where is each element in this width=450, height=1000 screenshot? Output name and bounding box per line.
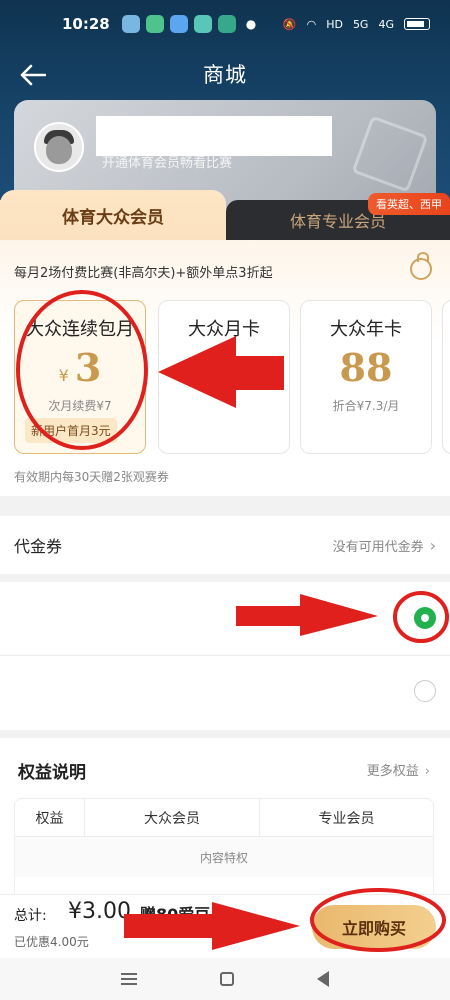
- plan-card-partial[interactable]: [442, 300, 450, 454]
- price-value: 3: [74, 345, 102, 390]
- benefits-title: 权益说明: [18, 763, 86, 783]
- voucher-value: 没有可用代金券: [332, 539, 424, 555]
- total-label: 总计:: [14, 908, 47, 924]
- redacted-username: [96, 116, 332, 156]
- promo-text: 每月2场付费比赛(非高尔夫)+额外单点3折起: [14, 266, 273, 281]
- more-benefits-link[interactable]: 更多权益 ›: [367, 760, 430, 779]
- plan-renewal-text: 次月续费¥7: [48, 399, 112, 413]
- plans-note: 有效期内每30天赠2张观赛券: [14, 470, 169, 484]
- status-app-icons: [121, 15, 236, 33]
- status-dot-icon: ●: [245, 17, 257, 31]
- voucher-row[interactable]: 代金券 没有可用代金券 ›: [0, 516, 450, 574]
- page-title: 商城: [203, 63, 247, 87]
- app-notification-icon: [169, 15, 188, 33]
- plans-panel: 每月2场付费比赛(非高尔夫)+额外单点3折起 大众连续包月 ¥3 次月续费¥7 …: [0, 240, 450, 496]
- buy-now-button[interactable]: 立即购买: [312, 905, 436, 949]
- plan-price: ¥3: [15, 345, 145, 390]
- plan-price: 88: [301, 345, 431, 390]
- network-4g-label: 4G: [378, 17, 394, 31]
- total-amount: ¥3.00: [68, 899, 131, 924]
- table-section-label: 内容特权: [15, 837, 433, 877]
- price-value-partially-hidden: ●: [207, 345, 241, 390]
- app-notification-icon: [217, 15, 236, 33]
- payment-option[interactable]: [0, 582, 450, 656]
- membership-tabs: 体育大众会员 体育专业会员 看英超、西甲: [0, 190, 450, 240]
- mute-icon: 🔕: [282, 17, 297, 31]
- home-icon[interactable]: [219, 972, 234, 986]
- plan-name: 大众月卡: [188, 319, 260, 340]
- avatar: [34, 122, 84, 172]
- gift-icon[interactable]: [410, 252, 432, 280]
- plan-price: ●: [159, 345, 289, 390]
- system-nav-bar: [0, 958, 450, 1000]
- plan-card-monthly-auto[interactable]: 大众连续包月 ¥3 次月续费¥7 新用户首月3元: [14, 300, 146, 454]
- radio-unselected-icon[interactable]: [414, 680, 436, 702]
- tab-pro-member[interactable]: 体育专业会员 看英超、西甲: [226, 193, 450, 240]
- price-value: 88: [339, 345, 393, 390]
- system-back-icon[interactable]: [316, 971, 329, 987]
- status-bar: 10:28 ● 🔕 ◠ HD 5G 4G: [0, 0, 450, 48]
- payment-option[interactable]: [0, 656, 450, 730]
- column-header: 权益: [15, 799, 85, 836]
- app-notification-icon: [193, 15, 212, 33]
- tab-basic-member[interactable]: 体育大众会员: [0, 190, 226, 240]
- hd-label: HD: [326, 17, 343, 31]
- status-time: 10:28: [62, 15, 110, 33]
- status-indicators: 🔕 ◠ HD 5G 4G: [283, 18, 430, 31]
- app-notification-icon: [145, 15, 164, 33]
- tab-label: 体育大众会员: [62, 207, 164, 228]
- network-5g-label: 5G: [352, 17, 369, 31]
- back-arrow-icon: [20, 64, 46, 86]
- plan-tag: 新用户首月3元: [25, 418, 117, 443]
- recent-apps-icon[interactable]: [121, 973, 138, 985]
- nav-header: 商城: [0, 48, 450, 100]
- plan-name: 大众连续包月: [26, 319, 134, 340]
- column-header: 专业会员: [318, 810, 375, 827]
- plan-card-monthly[interactable]: 大众月卡 ●: [158, 300, 290, 454]
- voucher-label: 代金券: [14, 537, 63, 556]
- more-benefits-label: 更多权益: [366, 764, 419, 779]
- purchase-bar: 总计: ¥3.00 赠80爱豆 已优惠4.00元 立即购买: [0, 894, 450, 958]
- saved-text: 已优惠4.00元: [14, 935, 89, 949]
- gift-text: 赠80爱豆: [140, 905, 211, 924]
- wifi-icon: ◠: [306, 17, 317, 31]
- currency-symbol: ¥: [58, 366, 69, 385]
- plan-monthly-equivalent: 折合¥7.3/月: [332, 399, 400, 413]
- battery-icon: [404, 18, 430, 30]
- app-notification-icon: [121, 15, 140, 33]
- table-header: 权益 大众会员 专业会员: [15, 799, 433, 837]
- radio-selected-icon[interactable]: [414, 607, 436, 629]
- plan-card-yearly[interactable]: 大众年卡 88 折合¥7.3/月: [300, 300, 432, 454]
- column-header: 大众会员: [85, 799, 260, 836]
- plan-name: 大众年卡: [330, 319, 402, 340]
- card-decoration-icon: [351, 115, 429, 193]
- back-button[interactable]: [16, 58, 50, 92]
- card-subtitle: 开通体育会员畅看比赛: [102, 156, 233, 171]
- chevron-right-icon: ›: [424, 764, 430, 779]
- tab-badge: 看英超、西甲: [368, 193, 450, 215]
- payment-options: [0, 582, 450, 730]
- chevron-right-icon: ›: [429, 535, 436, 555]
